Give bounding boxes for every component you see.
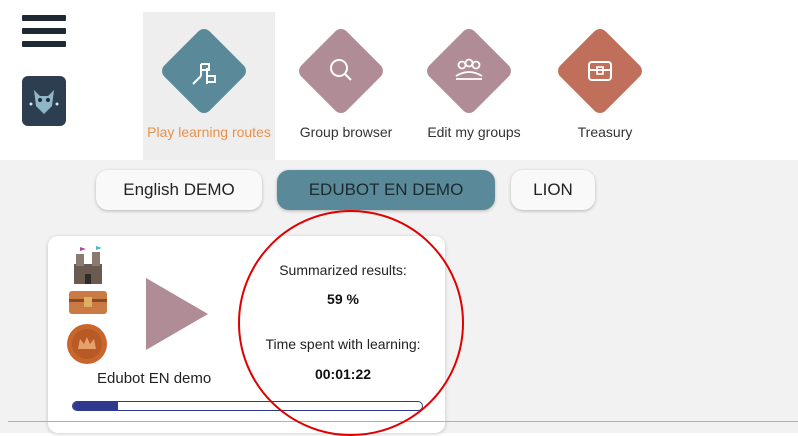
nav-group-browser[interactable]: Group browser (280, 12, 412, 160)
play-icon[interactable] (140, 274, 212, 354)
time-value: 00:01:22 (314, 366, 372, 382)
nav-edit-my-groups[interactable]: Edit my groups (408, 12, 540, 160)
nav-label: Edit my groups (427, 124, 521, 140)
progress-bar (72, 401, 423, 411)
progress-bar-fill (73, 402, 119, 410)
tab-edubot-en-demo[interactable]: EDUBOT EN DEMO (277, 170, 495, 210)
divider (8, 421, 798, 422)
learning-route-card[interactable]: Edubot EN demo Summarized results: 59 % … (48, 236, 445, 433)
top-navigation: Play learning routes Group browser Edit … (0, 0, 798, 160)
nav-label: Play learning routes (147, 124, 271, 140)
castle-icon (74, 246, 102, 284)
nav-label: Treasury (577, 124, 633, 140)
owl-logo-icon[interactable] (22, 76, 66, 126)
treasure-chest-icon (69, 291, 107, 314)
time-label: Time spent with learning: (265, 336, 421, 352)
group-icon (455, 58, 483, 80)
tab-lion[interactable]: LION (511, 170, 595, 210)
nav-treasury[interactable]: Treasury (539, 12, 671, 160)
hamburger-menu-icon[interactable] (22, 15, 66, 55)
treasure-chest-icon (588, 61, 612, 81)
nav-label: Group browser (299, 124, 393, 140)
route-name: Edubot EN demo (97, 370, 212, 387)
search-icon (330, 59, 352, 81)
flags-icon (192, 63, 216, 85)
tab-english-demo[interactable]: English DEMO (96, 170, 262, 210)
bronze-medal-icon (67, 324, 107, 364)
summary-value: 59 % (327, 291, 359, 307)
summary-label: Summarized results: (279, 262, 407, 278)
nav-play-learning-routes[interactable]: Play learning routes (143, 12, 275, 160)
